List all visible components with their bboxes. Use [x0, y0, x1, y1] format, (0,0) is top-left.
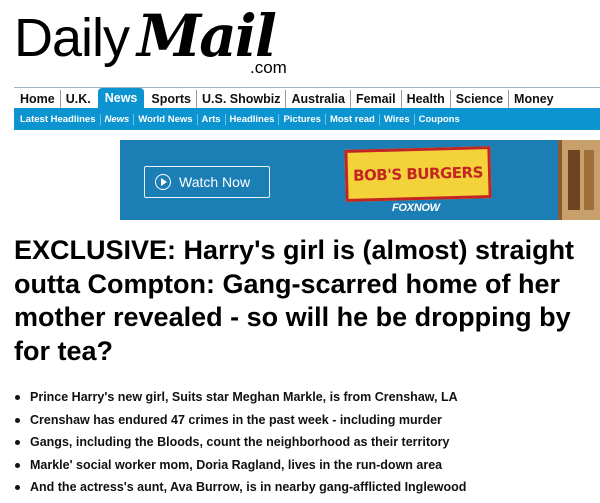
subnav-latest-headlines[interactable]: Latest Headlines: [14, 113, 101, 125]
secondary-nav: Latest Headlines News World News Arts He…: [14, 108, 600, 130]
ad-banner[interactable]: Watch Now BOB'S BURGERS FOXNOW: [120, 140, 600, 220]
article-headline[interactable]: EXCLUSIVE: Harry's girl is (almost) stra…: [14, 234, 594, 368]
subnav-arts[interactable]: Arts: [198, 113, 226, 125]
subnav-world-news[interactable]: World News: [134, 113, 198, 125]
nav-item-health[interactable]: Health: [402, 90, 451, 108]
subnav-news[interactable]: News: [101, 113, 135, 125]
subnav-wires[interactable]: Wires: [380, 113, 415, 125]
subnav-pictures[interactable]: Pictures: [279, 113, 326, 125]
logo-domain-text: .com: [250, 58, 287, 77]
article-bullets: Prince Harry's new girl, Suits star Megh…: [14, 386, 600, 499]
ad-show-logo: BOB'S BURGERS: [344, 146, 492, 202]
subnav-coupons[interactable]: Coupons: [415, 114, 464, 125]
bullet-dot-icon: [15, 440, 20, 446]
bullet-dot-icon: [15, 462, 20, 468]
nav-item-home[interactable]: Home: [14, 90, 61, 108]
nav-item-femail[interactable]: Femail: [351, 90, 402, 108]
ad-building-graphic: [558, 140, 600, 220]
ad-network-logo: FOXNOW: [392, 202, 440, 214]
primary-nav: Home U.K. News Sports U.S. Showbiz Austr…: [14, 87, 600, 108]
subnav-most-read[interactable]: Most read: [326, 113, 380, 125]
nav-item-uk[interactable]: U.K.: [61, 90, 96, 108]
logo-daily-text: Daily: [14, 8, 130, 68]
bullet-text: Markle' social worker mom, Doria Ragland…: [30, 457, 443, 472]
watch-now-button[interactable]: Watch Now: [144, 166, 270, 198]
site-logo[interactable]: Daily Mail .com: [14, 4, 314, 78]
nav-item-australia[interactable]: Australia: [286, 90, 351, 108]
nav-item-us-showbiz[interactable]: U.S. Showbiz: [197, 90, 287, 108]
nav-item-money[interactable]: Money: [509, 90, 559, 108]
watch-now-label: Watch Now: [179, 174, 251, 190]
bullet-item: Crenshaw has endured 47 crimes in the pa…: [14, 409, 600, 432]
bullet-text: Prince Harry's new girl, Suits star Megh…: [30, 390, 458, 404]
bullet-dot-icon: [15, 485, 20, 491]
play-icon: [155, 174, 171, 190]
bullet-dot-icon: [15, 417, 20, 423]
nav-item-sports[interactable]: Sports: [146, 90, 197, 108]
bullet-item: Gangs, including the Bloods, count the n…: [14, 431, 600, 454]
nav-item-science[interactable]: Science: [451, 90, 510, 108]
bullet-item: Prince Harry's new girl, Suits star Megh…: [14, 386, 600, 409]
bullet-dot-icon: [15, 395, 20, 400]
bullet-text: Gangs, including the Bloods, count the n…: [30, 435, 450, 450]
bullet-text: And the actress's aunt, Ava Burrow, is i…: [30, 480, 467, 495]
bullet-item: Markle' social worker mom, Doria Ragland…: [14, 454, 600, 477]
ad-show-title: BOB'S BURGERS: [352, 163, 484, 185]
bullet-text: Crenshaw has endured 47 crimes in the pa…: [30, 412, 442, 427]
bullet-item: And the actress's aunt, Ava Burrow, is i…: [14, 476, 600, 499]
subnav-headlines[interactable]: Headlines: [226, 113, 280, 125]
nav-item-news[interactable]: News: [97, 88, 145, 108]
